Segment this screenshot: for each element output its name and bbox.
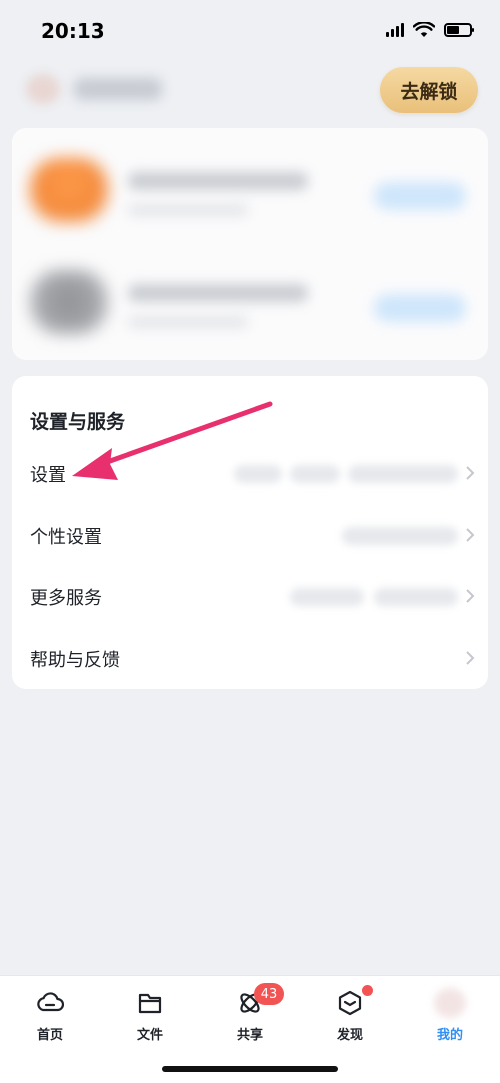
blurred-text: [128, 204, 248, 216]
notification-dot: [362, 985, 373, 996]
section-title: 设置与服务: [30, 411, 126, 433]
blurred-content-card: [12, 128, 488, 360]
blurred-thumbnail: [30, 158, 108, 222]
tab-mine[interactable]: 我的: [410, 986, 490, 1046]
profile-header: 去解锁: [0, 62, 500, 120]
wifi-icon: [413, 22, 435, 37]
status-time: 20:13: [41, 19, 105, 43]
unlock-button[interactable]: 去解锁: [380, 67, 478, 113]
tab-label: 我的: [436, 1028, 463, 1043]
blurred-text: [128, 316, 248, 328]
signal-icon: [386, 23, 404, 37]
menu-item-label: 帮助与反馈: [30, 650, 120, 671]
menu-item-label: 更多服务: [30, 588, 102, 609]
cloud-icon: [37, 992, 64, 1012]
screen: 20:13 去解锁 设置与服务 设置 个性设置 更多服务 帮助与反馈 首页 文件…: [0, 0, 500, 1083]
status-icons: [386, 22, 474, 38]
blurred-action-button[interactable]: [374, 182, 466, 210]
tab-label: 共享: [236, 1028, 263, 1043]
chevron-right-icon: [466, 651, 475, 665]
menu-item-label: 个性设置: [30, 527, 102, 548]
home-indicator[interactable]: [162, 1066, 338, 1072]
blurred-avatar[interactable]: [26, 74, 60, 104]
tab-label: 首页: [36, 1028, 63, 1043]
blurred-hint: [342, 527, 458, 545]
blurred-thumbnail: [30, 270, 108, 334]
blurred-hint: [290, 465, 340, 483]
tab-label: 发现: [336, 1028, 363, 1043]
menu-item-settings[interactable]: 设置: [12, 446, 488, 502]
blurred-action-button[interactable]: [374, 294, 466, 322]
menu-item-more-services[interactable]: 更多服务: [12, 569, 488, 625]
chevron-right-icon: [466, 589, 475, 603]
battery-icon: [444, 23, 474, 37]
chevron-right-icon: [466, 466, 475, 480]
tab-label: 文件: [136, 1028, 163, 1043]
blurred-hint: [290, 588, 364, 606]
status-bar: 20:13: [0, 0, 500, 62]
folder-icon: [138, 993, 162, 1014]
share-badge: 43: [254, 983, 284, 1005]
menu-item-help-feedback[interactable]: 帮助与反馈: [12, 631, 488, 687]
blurred-text: [128, 284, 308, 302]
blurred-row[interactable]: [12, 136, 488, 236]
tab-home[interactable]: 首页: [10, 986, 90, 1046]
blurred-hint: [234, 465, 282, 483]
blurred-text: [128, 172, 308, 190]
tab-files[interactable]: 文件: [110, 986, 190, 1046]
menu-item-label: 设置: [30, 465, 66, 486]
tab-discover[interactable]: 发现: [310, 985, 390, 1046]
blurred-hint: [374, 588, 458, 606]
discover-box-icon: [338, 990, 362, 1016]
menu-item-personalization[interactable]: 个性设置: [12, 508, 488, 564]
blurred-hint: [348, 465, 458, 483]
chevron-right-icon: [466, 528, 475, 542]
avatar: [434, 988, 466, 1018]
settings-services-card: 设置与服务 设置 个性设置 更多服务 帮助与反馈: [12, 376, 488, 689]
tab-share[interactable]: 43 共享: [210, 983, 290, 1046]
blurred-username: [74, 78, 162, 100]
blurred-row[interactable]: [12, 248, 488, 348]
